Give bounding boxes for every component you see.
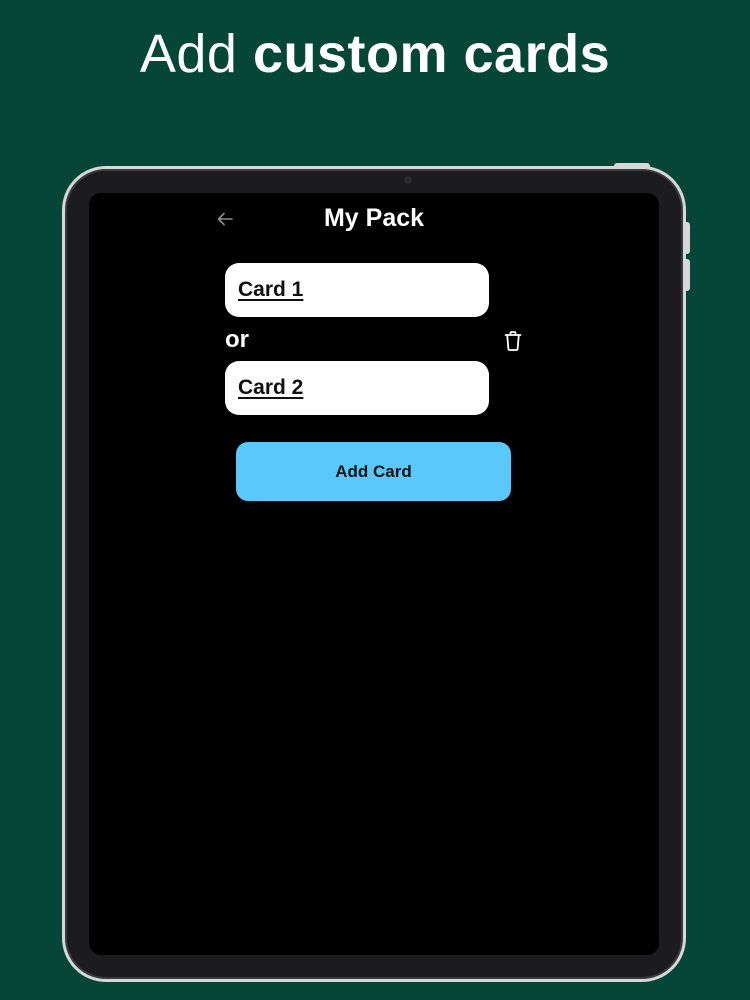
card-2-input[interactable] (238, 376, 476, 400)
card-1-field[interactable] (225, 263, 489, 317)
page-title: My Pack (323, 204, 425, 232)
add-card-button[interactable]: Add Card (236, 442, 511, 501)
promo-headline: Add custom cards (0, 22, 750, 86)
card-1-input[interactable] (238, 278, 476, 302)
headline-regular: Add (139, 24, 253, 84)
card-2-field[interactable] (225, 361, 489, 415)
or-separator: or (225, 326, 249, 353)
front-camera (404, 176, 412, 184)
app-screen: My Pack or Add Card (89, 193, 659, 955)
trash-icon (504, 331, 522, 351)
headline-bold: custom cards (252, 24, 611, 84)
delete-pair-button[interactable] (501, 329, 525, 353)
